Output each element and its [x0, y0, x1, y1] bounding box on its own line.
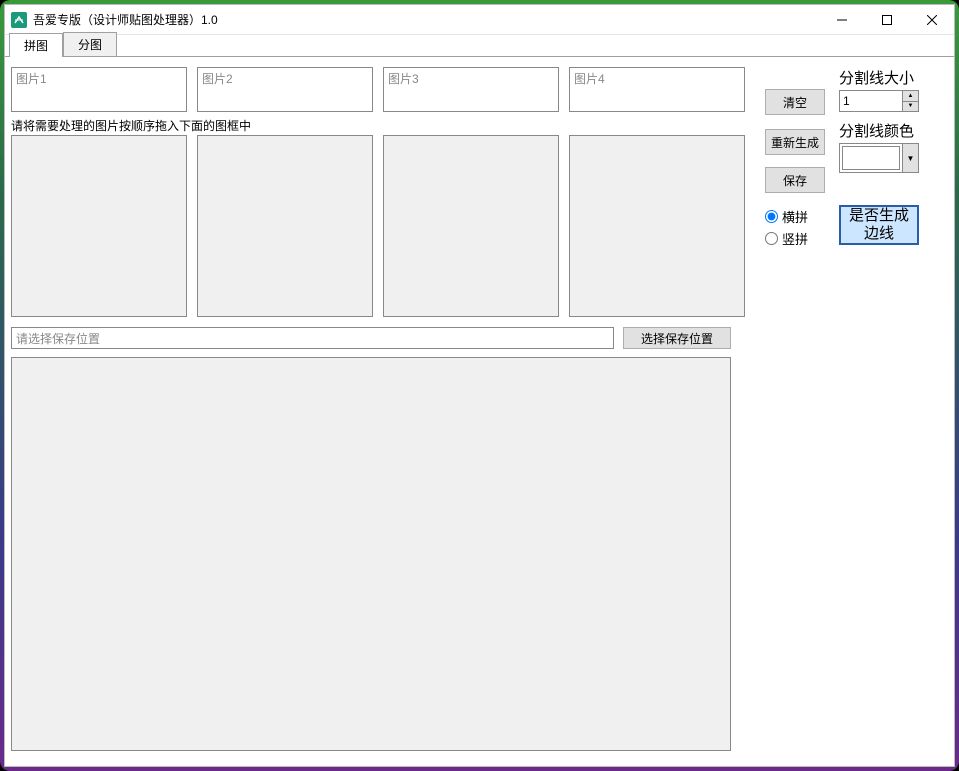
- generate-border-toggle[interactable]: 是否生成边线: [839, 205, 919, 245]
- divider-color-label: 分割线颜色: [839, 120, 914, 141]
- radio-horizontal-label: 横拼: [782, 207, 808, 226]
- tab-fentu[interactable]: 分图: [63, 32, 117, 56]
- radio-vertical-label: 竖拼: [782, 229, 808, 248]
- divider-size-label: 分割线大小: [839, 67, 914, 88]
- spin-up-icon[interactable]: ▲: [903, 91, 918, 102]
- divider-size-input[interactable]: [840, 91, 902, 111]
- image-path-4[interactable]: 图片4: [569, 67, 745, 112]
- instruction-label: 请将需要处理的图片按顺序拖入下面的图框中: [11, 117, 251, 134]
- image-path-2[interactable]: 图片2: [197, 67, 373, 112]
- color-swatch: [842, 146, 900, 170]
- minimize-button[interactable]: [819, 5, 864, 35]
- divider-color-picker[interactable]: ▼: [839, 143, 919, 173]
- radio-vertical-input[interactable]: [765, 232, 778, 245]
- tab-strip: 拼图 分图: [5, 35, 954, 57]
- close-button[interactable]: [909, 5, 954, 35]
- save-path-input[interactable]: 请选择保存位置: [11, 327, 614, 349]
- spin-down-icon[interactable]: ▼: [903, 102, 918, 112]
- drop-box-4[interactable]: [569, 135, 745, 317]
- browse-button[interactable]: 选择保存位置: [623, 327, 731, 349]
- drop-box-3[interactable]: [383, 135, 559, 317]
- radio-horizontal-input[interactable]: [765, 210, 778, 223]
- preview-area: [11, 357, 731, 751]
- app-icon: [11, 12, 27, 28]
- window-title: 吾爱专版（设计师贴图处理器）1.0: [33, 11, 218, 28]
- radio-vertical[interactable]: 竖拼: [765, 229, 808, 248]
- image-path-3[interactable]: 图片3: [383, 67, 559, 112]
- maximize-button[interactable]: [864, 5, 909, 35]
- save-button[interactable]: 保存: [765, 167, 825, 193]
- image-path-1[interactable]: 图片1: [11, 67, 187, 112]
- titlebar: 吾爱专版（设计师贴图处理器）1.0: [5, 5, 954, 35]
- tab-pintu[interactable]: 拼图: [9, 33, 63, 57]
- dropdown-icon[interactable]: ▼: [902, 144, 918, 172]
- drop-box-1[interactable]: [11, 135, 187, 317]
- clear-button[interactable]: 清空: [765, 89, 825, 115]
- divider-size-spinbox[interactable]: ▲ ▼: [839, 90, 919, 112]
- regenerate-button[interactable]: 重新生成: [765, 129, 825, 155]
- drop-box-2[interactable]: [197, 135, 373, 317]
- radio-horizontal[interactable]: 横拼: [765, 207, 808, 226]
